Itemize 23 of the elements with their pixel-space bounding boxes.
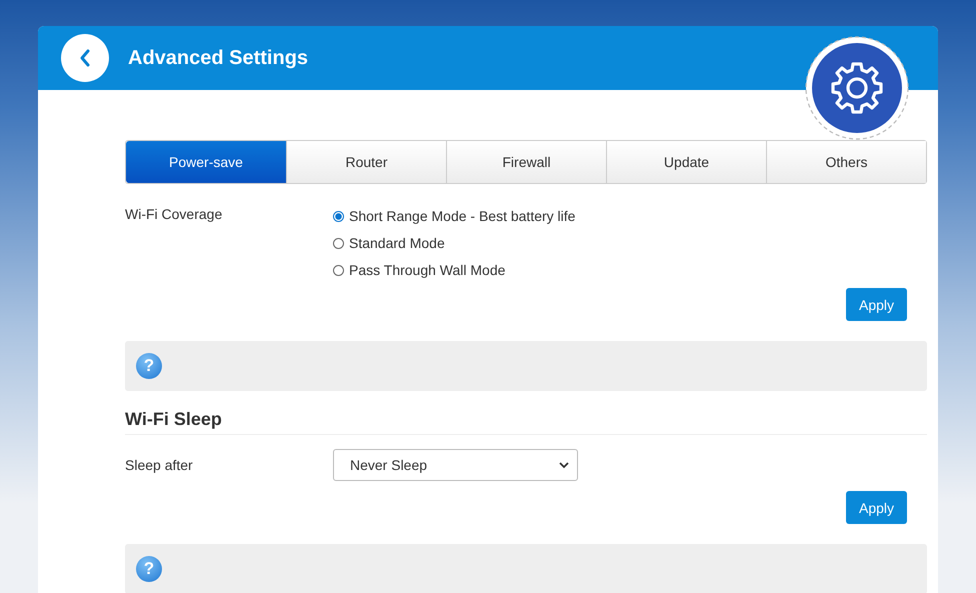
radio-button[interactable] [333, 210, 344, 222]
sleep-dropdown[interactable]: Never Sleep [333, 449, 578, 481]
radio-label: Standard Mode [349, 235, 445, 251]
page-title: Advanced Settings [128, 46, 308, 70]
gear-icon [804, 35, 910, 141]
apply-button[interactable]: Apply [846, 288, 907, 321]
chevron-left-icon [78, 48, 92, 68]
radio-option[interactable]: Standard Mode [333, 235, 576, 251]
section-heading: Wi-Fi Sleep [125, 409, 927, 435]
tab[interactable]: Firewall [446, 141, 606, 183]
tab[interactable]: Power-save [126, 141, 286, 183]
back-button[interactable] [61, 34, 109, 82]
field-label: Wi-Fi Coverage [125, 206, 224, 224]
apply-button[interactable]: Apply [846, 491, 907, 524]
radio-label: Pass Through Wall Mode [349, 262, 506, 278]
radio-button[interactable] [333, 264, 344, 276]
tab[interactable]: Router [286, 141, 446, 183]
tab[interactable]: Update [606, 141, 766, 183]
tab[interactable]: Others [766, 141, 926, 183]
radio-button[interactable] [333, 238, 344, 248]
field-label: Sleep after [125, 457, 194, 475]
radio-option[interactable]: Pass Through Wall Mode [333, 262, 576, 278]
caret-icon [559, 462, 569, 468]
